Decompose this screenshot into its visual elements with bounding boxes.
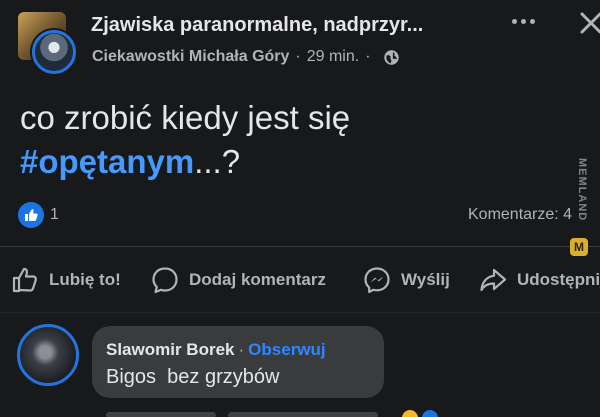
comment-button[interactable]: Dodaj komentarz <box>150 262 326 298</box>
messenger-icon <box>364 267 390 294</box>
action-bar: Lubię to! Dodaj komentarz Wyślij Udostęp… <box>0 262 600 298</box>
comment-header: Slawomir Borek · Obserwuj <box>106 340 326 360</box>
comment-actions-peek <box>106 406 446 417</box>
post-meta: Ciekawostki Michała Góry · 29 min. · <box>92 48 400 66</box>
author-name-link[interactable]: Ciekawostki Michała Góry <box>92 48 289 66</box>
hashtag-link[interactable]: #opętanym <box>20 143 194 180</box>
meta-separator-2: · <box>365 48 371 65</box>
like-button[interactable]: Lubię to! <box>10 262 121 298</box>
commenter-name-link[interactable]: Slawomir Borek <box>106 340 235 359</box>
thumbs-up-icon[interactable] <box>18 202 44 228</box>
post-body-text: co zrobić kiedy jest się #opętanym...? <box>20 96 540 184</box>
like-button-label: Lubię to! <box>49 270 121 289</box>
close-icon[interactable] <box>578 10 600 36</box>
meta-separator: · <box>295 48 301 65</box>
comment-actions-placeholder <box>106 412 216 417</box>
commenter-avatar[interactable] <box>17 324 79 386</box>
thumbs-up-small-icon <box>422 410 438 417</box>
post-text-suffix: ...? <box>194 143 241 180</box>
post-avatars[interactable] <box>16 10 78 74</box>
facebook-post: Zjawiska paranormalne, nadprzyr... Cieka… <box>0 0 600 417</box>
comment-text: Bigos bez grzybów <box>106 366 280 388</box>
share-button-label: Udostępnij <box>517 270 600 289</box>
post-timestamp[interactable]: 29 min. <box>307 48 359 66</box>
speech-bubble-icon <box>152 267 178 294</box>
post-text-line1: co zrobić kiedy jest się <box>20 99 351 136</box>
globe-icon <box>383 49 399 65</box>
divider <box>0 246 600 247</box>
comment-separator: · <box>238 340 245 359</box>
comment-button-label: Dodaj komentarz <box>189 270 326 289</box>
share-button[interactable]: Udostępnij <box>478 262 600 298</box>
send-button[interactable]: Wyślij <box>362 262 450 298</box>
post-text-line2: #opętanym...? <box>20 140 540 184</box>
laughing-emoji-icon <box>402 410 418 417</box>
watermark-text: MEMLAND <box>576 158 588 222</box>
watermark-badge: M <box>570 238 588 256</box>
thumbs-up-outline-icon <box>12 267 37 293</box>
more-options-icon[interactable] <box>508 14 538 28</box>
follow-button[interactable]: Obserwuj <box>248 340 325 359</box>
group-name-link[interactable]: Zjawiska paranormalne, nadprzyr... <box>91 14 471 37</box>
share-arrow-icon <box>480 268 507 292</box>
author-avatar[interactable] <box>32 30 76 74</box>
comment-actions-placeholder-2 <box>228 412 378 417</box>
comments-count-link[interactable]: Komentarze: 4 <box>468 206 572 224</box>
send-button-label: Wyślij <box>401 270 450 289</box>
reaction-count[interactable]: 1 <box>50 206 59 224</box>
divider-2 <box>0 312 600 313</box>
watermark: MEMLAND M <box>566 158 590 258</box>
